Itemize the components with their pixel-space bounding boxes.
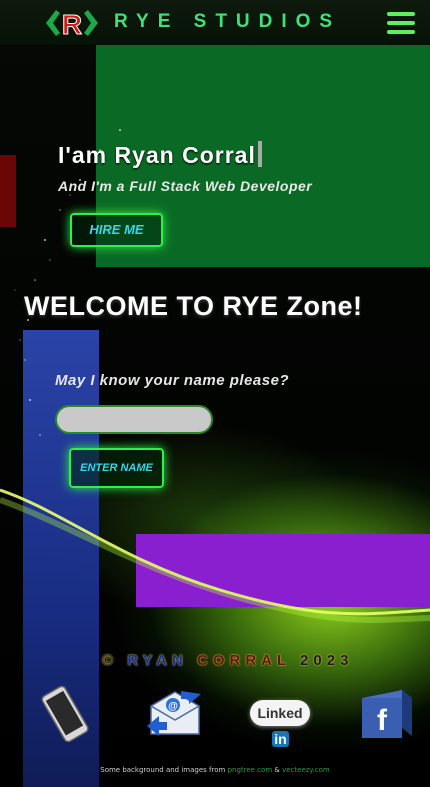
copyright-text: © RYAN CORRAL 2023 [102,652,353,669]
facebook-icon[interactable]: f [358,686,414,744]
welcome-heading: WELCOME TO RYE Zone! [24,291,363,321]
name-question-label: May I know your name please? [55,372,290,389]
purple-accent-block [136,534,430,607]
hire-me-button[interactable]: HIRE ME [70,213,163,247]
copyright-symbol: © [102,652,119,669]
menu-line [387,21,415,25]
menu-line [387,12,415,16]
hero-title: I'am Ryan Corral [58,141,262,169]
typing-caret [257,141,262,167]
logo-letter: R [62,9,82,40]
brand-name: RYE STUDIOS [114,11,342,32]
credit-and: & [274,766,280,774]
red-accent-strip [0,155,16,227]
hero-subtitle: And I'm a Full Stack Web Developer [58,178,313,194]
copyright-first-name: RYAN [127,652,188,669]
copyright-last-name: CORRAL [196,652,291,669]
name-input[interactable] [55,405,213,434]
smartphone-icon[interactable] [34,686,96,742]
linkedin-in-badge: in [272,731,289,747]
rye-studios-logo[interactable]: R [44,6,100,40]
enter-name-button[interactable]: ENTER NAME [69,448,164,488]
vecteezy-link[interactable]: vecteezy.com [282,766,330,774]
svg-text:f: f [377,704,388,737]
svg-text:@: @ [168,701,178,712]
image-credit: Some background and images from pngtree.… [0,766,430,774]
hero-title-text: I'am Ryan Corral [58,142,256,168]
hamburger-menu-icon[interactable] [387,12,415,34]
credit-prefix: Some background and images from [100,766,226,774]
menu-line [387,30,415,34]
email-envelope-icon[interactable]: @ [145,688,203,738]
pngtree-link[interactable]: pngtree.com [228,766,273,774]
copyright-year: 2023 [300,652,354,669]
linkedin-label: Linked [257,705,303,721]
linkedin-icon[interactable]: Linked in [250,700,310,747]
